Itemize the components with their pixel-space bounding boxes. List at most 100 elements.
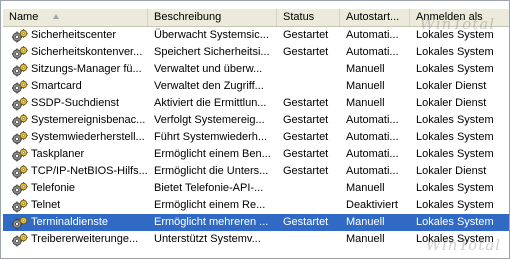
service-startup-type: Manuell xyxy=(346,63,385,75)
service-logon-as: Lokales System xyxy=(416,216,494,228)
service-logon-as: Lokales System xyxy=(416,46,494,58)
service-gears-icon xyxy=(12,96,28,110)
service-gears-icon xyxy=(12,164,28,178)
service-status xyxy=(277,231,340,248)
service-description: Aktiviert die Ermittlun... xyxy=(154,97,267,109)
service-name-cell: Telnet xyxy=(3,197,148,214)
table-row[interactable]: Telefonie Bietet Telefonie-API-... Manue… xyxy=(3,180,509,197)
service-description: Bietet Telefonie-API-... xyxy=(154,182,264,194)
service-startup-type: Deaktiviert xyxy=(346,199,398,211)
service-status xyxy=(277,61,340,78)
service-status: Gestartet xyxy=(283,165,329,177)
service-description: Ermöglicht einem Ben... xyxy=(154,148,271,160)
service-startup-type: Manuell xyxy=(346,182,385,194)
column-header-name[interactable]: Name xyxy=(3,9,148,26)
service-name: Smartcard xyxy=(31,80,82,92)
service-gears-icon xyxy=(12,147,28,161)
service-gears-icon xyxy=(12,198,28,212)
table-row[interactable]: Treibererweiterunge... Unterstützt Syste… xyxy=(3,231,509,248)
service-status: Gestartet xyxy=(283,97,329,109)
service-name-cell: Telefonie xyxy=(3,180,148,197)
service-startup-type: Automati... xyxy=(346,131,399,143)
table-row[interactable]: Sicherheitscenter Überwacht Systemsic...… xyxy=(3,27,509,44)
service-name: Sicherheitscenter xyxy=(31,29,116,41)
service-logon-as: Lokales System xyxy=(416,114,494,126)
services-list-view[interactable]: Name Beschreibung Status Autostart... An… xyxy=(0,0,510,259)
table-row[interactable]: Sicherheitskontenver... Speichert Sicher… xyxy=(3,44,509,61)
service-gears-icon xyxy=(12,181,28,195)
table-row[interactable]: Terminaldienste Ermöglicht mehreren ... … xyxy=(3,214,509,231)
service-name-cell: Treibererweiterunge... xyxy=(3,231,148,248)
service-logon-as: Lokales System xyxy=(416,148,494,160)
service-name: Telefonie xyxy=(31,182,76,194)
column-header-status-label: Status xyxy=(283,11,315,23)
service-startup-type: Automati... xyxy=(346,165,399,177)
service-name: Terminaldienste xyxy=(31,216,109,228)
service-name-cell: Systemwiederherstell... xyxy=(3,129,148,146)
column-header-description[interactable]: Beschreibung xyxy=(148,9,277,26)
service-name: SSDP-Suchdienst xyxy=(31,97,120,109)
table-row[interactable]: Telnet Ermöglicht einem Re... Deaktivier… xyxy=(3,197,509,214)
service-logon-as: Lokales System xyxy=(416,233,494,245)
service-description: Überwacht Systemsic... xyxy=(154,29,269,41)
table-row[interactable]: SSDP-Suchdienst Aktiviert die Ermittlun.… xyxy=(3,95,509,112)
service-name-cell: SSDP-Suchdienst xyxy=(3,95,148,112)
service-name: Taskplaner xyxy=(31,148,85,160)
service-description: Unterstützt Systemv... xyxy=(154,233,261,245)
service-name-cell: Taskplaner xyxy=(3,146,148,163)
column-header-status[interactable]: Status xyxy=(277,9,340,26)
service-gears-icon xyxy=(12,113,28,127)
table-row[interactable]: Systemwiederherstell... Führt Systemwied… xyxy=(3,129,509,146)
service-name-cell: Sicherheitskontenver... xyxy=(3,44,148,61)
column-header-bar: Name Beschreibung Status Autostart... An… xyxy=(3,9,509,27)
service-description: Ermöglicht mehreren ... xyxy=(154,216,269,228)
service-gears-icon xyxy=(12,45,28,59)
column-header-startup-type[interactable]: Autostart... xyxy=(340,9,410,26)
table-row[interactable]: Smartcard Verwaltet den Zugriff... Manue… xyxy=(3,78,509,95)
service-description: Ermöglicht die Unters... xyxy=(154,165,269,177)
service-startup-type: Manuell xyxy=(346,97,385,109)
service-status: Gestartet xyxy=(283,131,329,143)
service-startup-type: Manuell xyxy=(346,80,385,92)
service-logon-as: Lokales System xyxy=(416,131,494,143)
service-logon-as: Lokales System xyxy=(416,199,494,211)
service-status: Gestartet xyxy=(283,46,329,58)
service-status xyxy=(277,197,340,214)
column-header-logon-as[interactable]: Anmelden als xyxy=(410,9,509,26)
service-logon-as: Lokaler Dienst xyxy=(416,165,487,177)
table-row[interactable]: Systemereignisbenac... Verfolgt Systemer… xyxy=(3,112,509,129)
service-startup-type: Manuell xyxy=(346,216,385,228)
service-gears-icon xyxy=(12,232,28,246)
service-startup-type: Automati... xyxy=(346,114,399,126)
table-row[interactable]: Taskplaner Ermöglicht einem Ben... Gesta… xyxy=(3,146,509,163)
column-header-description-label: Beschreibung xyxy=(154,11,222,23)
service-status xyxy=(277,78,340,95)
service-name: Treibererweiterunge... xyxy=(31,233,139,245)
service-startup-type: Automati... xyxy=(346,29,399,41)
service-name-cell: Sicherheitscenter xyxy=(3,27,148,44)
service-startup-type: Automati... xyxy=(346,148,399,160)
service-logon-as: Lokales System xyxy=(416,182,494,194)
service-status: Gestartet xyxy=(283,216,329,228)
column-header-name-label: Name xyxy=(9,11,39,23)
service-name-cell: Sitzungs-Manager fü... xyxy=(3,61,148,78)
service-description: Verfolgt Systemereig... xyxy=(154,114,265,126)
service-description: Ermöglicht einem Re... xyxy=(154,199,266,211)
column-header-logon-as-label: Anmelden als xyxy=(416,11,483,23)
service-description: Führt Systemwiederh... xyxy=(154,131,268,143)
table-row[interactable]: TCP/IP-NetBIOS-Hilfs... Ermöglicht die U… xyxy=(3,163,509,180)
table-row[interactable]: Sitzungs-Manager fü... Verwaltet und übe… xyxy=(3,61,509,78)
service-name: Telnet xyxy=(31,199,61,211)
service-status: Gestartet xyxy=(283,148,329,160)
service-name: Sitzungs-Manager fü... xyxy=(31,63,142,75)
service-gears-icon xyxy=(12,28,28,42)
column-header-startup-type-label: Autostart... xyxy=(346,11,400,23)
service-name: Sicherheitskontenver... xyxy=(31,46,143,58)
service-logon-as: Lokales System xyxy=(416,29,494,41)
service-description: Verwaltet und überw... xyxy=(154,63,263,75)
service-status: Gestartet xyxy=(283,114,329,126)
service-name-cell: Systemereignisbenac... xyxy=(3,112,148,129)
service-status xyxy=(277,180,340,197)
service-status: Gestartet xyxy=(283,29,329,41)
service-gears-icon xyxy=(12,215,28,229)
